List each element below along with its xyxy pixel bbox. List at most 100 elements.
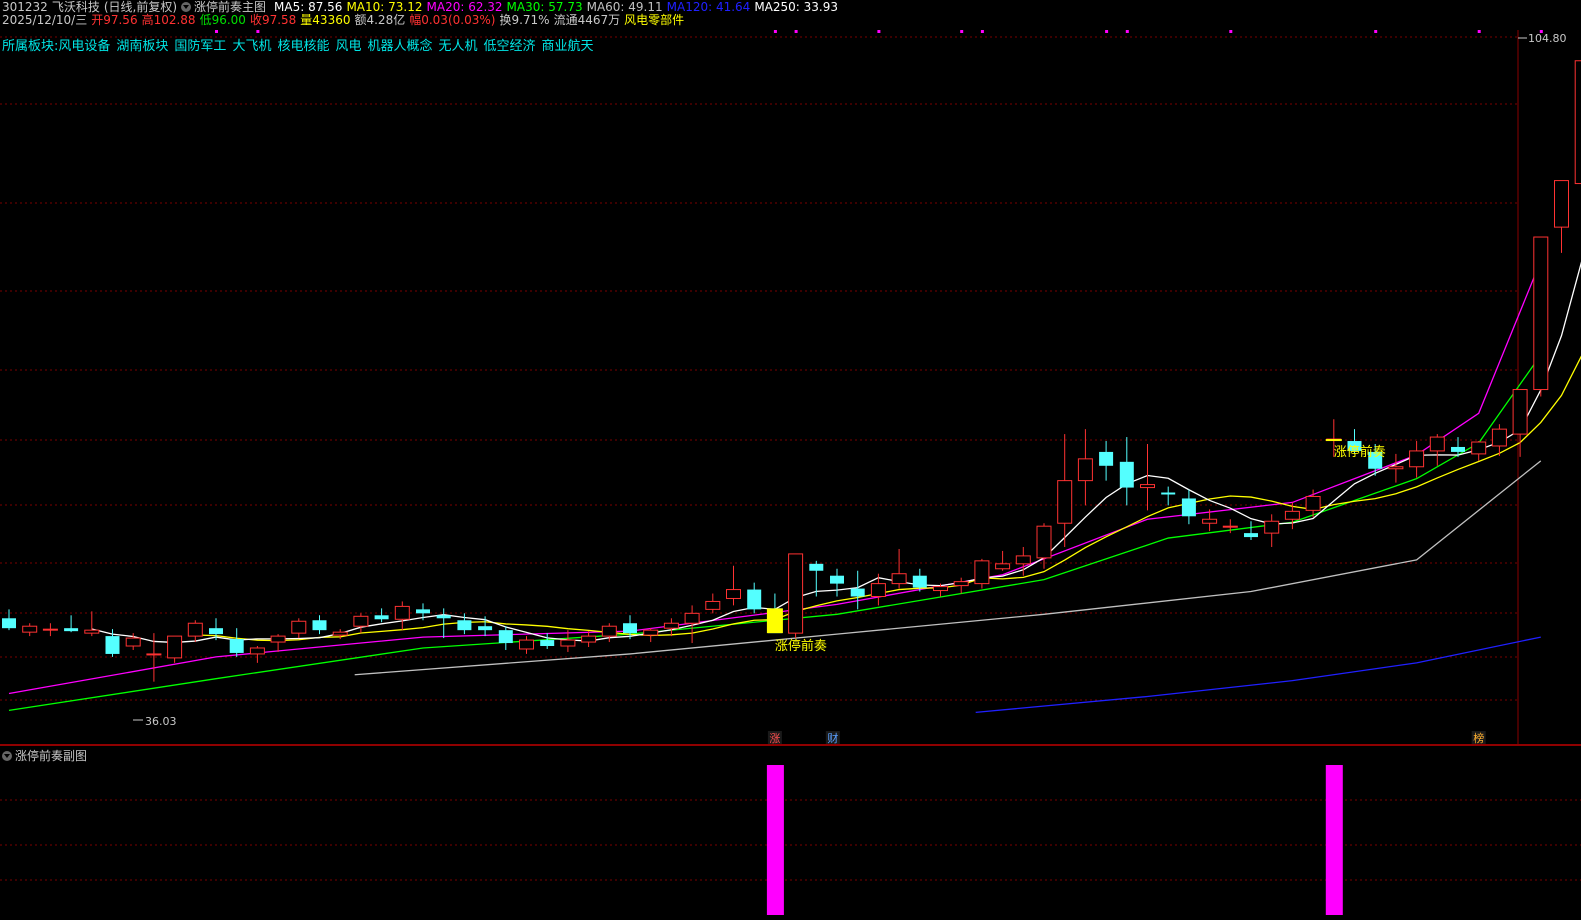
candle-body[interactable]: [1264, 520, 1280, 534]
sector-item[interactable]: 核电核能: [277, 39, 329, 54]
candle-body[interactable]: [540, 640, 555, 647]
candle-body[interactable]: [1512, 389, 1528, 435]
candle-body[interactable]: [788, 553, 804, 634]
candle-body[interactable]: [1244, 533, 1258, 538]
sub-signal-bar[interactable]: [766, 765, 784, 915]
candle-body[interactable]: [436, 615, 451, 619]
candle-body[interactable]: [1202, 518, 1218, 524]
candle-body[interactable]: [1471, 441, 1487, 455]
candle-body[interactable]: [146, 653, 162, 656]
sector-item[interactable]: 商业航天: [542, 39, 594, 54]
candle-body[interactable]: [933, 586, 948, 592]
candle-body[interactable]: [747, 589, 762, 610]
sub-chart-header[interactable]: 涨停前奏副图: [2, 747, 87, 764]
candle-body[interactable]: [394, 605, 410, 620]
candle-body[interactable]: [1284, 510, 1300, 520]
period-label[interactable]: (日线,前复权): [104, 0, 177, 14]
candle-body[interactable]: [830, 575, 844, 584]
candle-body[interactable]: [1491, 428, 1507, 447]
sector-item[interactable]: 风电设备: [58, 39, 110, 54]
candle-body[interactable]: [1161, 492, 1176, 495]
event-marker[interactable]: 涨: [769, 732, 780, 745]
candle-body[interactable]: [974, 560, 990, 585]
candle-body[interactable]: [870, 583, 886, 597]
candle-body[interactable]: [1388, 466, 1404, 470]
candle-body[interactable]: [249, 647, 265, 655]
candle-body[interactable]: [912, 575, 927, 588]
candle-body[interactable]: [1057, 480, 1073, 524]
candle-body[interactable]: [1574, 60, 1581, 185]
signal-dot: [877, 30, 881, 33]
candle-body[interactable]: [416, 609, 430, 614]
candle-body[interactable]: [1554, 180, 1569, 228]
candle-body[interactable]: [850, 588, 865, 597]
candle-body[interactable]: [1077, 458, 1093, 482]
candle-body[interactable]: [84, 629, 100, 634]
candle-body[interactable]: [953, 581, 969, 587]
main-kline-chart[interactable]: 涨停前奏涨停前奏104.8036.03涨财榜: [0, 0, 1581, 920]
candle-body[interactable]: [167, 635, 183, 659]
signal-candle[interactable]: [1325, 439, 1342, 442]
candle-body[interactable]: [457, 620, 472, 631]
candle-body[interactable]: [64, 628, 79, 632]
candle-body[interactable]: [312, 620, 327, 631]
candle-body[interactable]: [1222, 525, 1238, 528]
event-marker[interactable]: 财: [827, 731, 838, 745]
candle-body[interactable]: [519, 639, 534, 650]
candle-body[interactable]: [726, 589, 741, 599]
indicator-selector[interactable]: 涨停前奏主图: [181, 0, 270, 14]
sector-item[interactable]: 无人机: [439, 39, 478, 54]
candle-body[interactable]: [809, 563, 824, 571]
candle-body[interactable]: [1140, 484, 1155, 489]
candle-body[interactable]: [1429, 436, 1445, 452]
candle-body[interactable]: [125, 637, 141, 647]
candle-body[interactable]: [270, 635, 286, 643]
candle-body[interactable]: [229, 639, 244, 653]
candle-body[interactable]: [560, 639, 576, 647]
chevron-down-icon[interactable]: [2, 751, 12, 761]
candle-body[interactable]: [1119, 461, 1134, 488]
sector-item[interactable]: 低空经济: [484, 39, 536, 54]
candle-body[interactable]: [601, 625, 617, 637]
candle-body[interactable]: [705, 600, 721, 610]
chevron-down-icon[interactable]: [181, 2, 192, 12]
sub-signal-bar[interactable]: [1325, 765, 1343, 915]
candle-body[interactable]: [1015, 555, 1031, 565]
candle-body[interactable]: [663, 622, 679, 629]
candle-body[interactable]: [1533, 236, 1549, 391]
candle-body[interactable]: [353, 615, 369, 627]
candle-body[interactable]: [891, 573, 907, 585]
sector-item[interactable]: 湖南板块: [116, 39, 168, 54]
candle-body[interactable]: [498, 630, 513, 644]
event-marker[interactable]: 榜: [1473, 731, 1484, 745]
candle-body[interactable]: [581, 635, 597, 643]
candle-body[interactable]: [209, 628, 223, 635]
header-line-1: 301232 飞沃科技 (日线,前复权) 涨停前奏主图 MA5: 87.56 MA10: …: [2, 0, 846, 14]
sector-item[interactable]: 国防军工: [174, 39, 226, 54]
sector-item[interactable]: 风电: [335, 39, 361, 54]
signal-candle[interactable]: [766, 608, 783, 634]
candle-body[interactable]: [643, 629, 659, 636]
sector-item[interactable]: 机器人概念: [367, 39, 432, 54]
candle-body[interactable]: [684, 612, 700, 624]
candle-body[interactable]: [1099, 451, 1114, 466]
candle-body[interactable]: [22, 625, 38, 633]
candle-body[interactable]: [105, 636, 120, 654]
candle-body[interactable]: [1036, 525, 1052, 559]
candle-body[interactable]: [1305, 495, 1321, 511]
candle-body[interactable]: [995, 563, 1011, 570]
candle-body[interactable]: [332, 631, 348, 636]
candle-body[interactable]: [2, 618, 16, 629]
candle-body[interactable]: [42, 628, 58, 631]
candle-body[interactable]: [291, 620, 307, 634]
signal-dot: [256, 30, 260, 33]
candle-body[interactable]: [478, 626, 493, 631]
sector-item[interactable]: 大飞机: [232, 39, 271, 54]
low-price-label: 36.03: [145, 715, 177, 728]
candle-body[interactable]: [623, 623, 637, 634]
candle-body[interactable]: [1181, 498, 1196, 517]
candle-body[interactable]: [374, 615, 389, 620]
candle-body[interactable]: [1409, 450, 1425, 468]
candle-body[interactable]: [1451, 446, 1465, 452]
candle-body[interactable]: [187, 622, 203, 637]
